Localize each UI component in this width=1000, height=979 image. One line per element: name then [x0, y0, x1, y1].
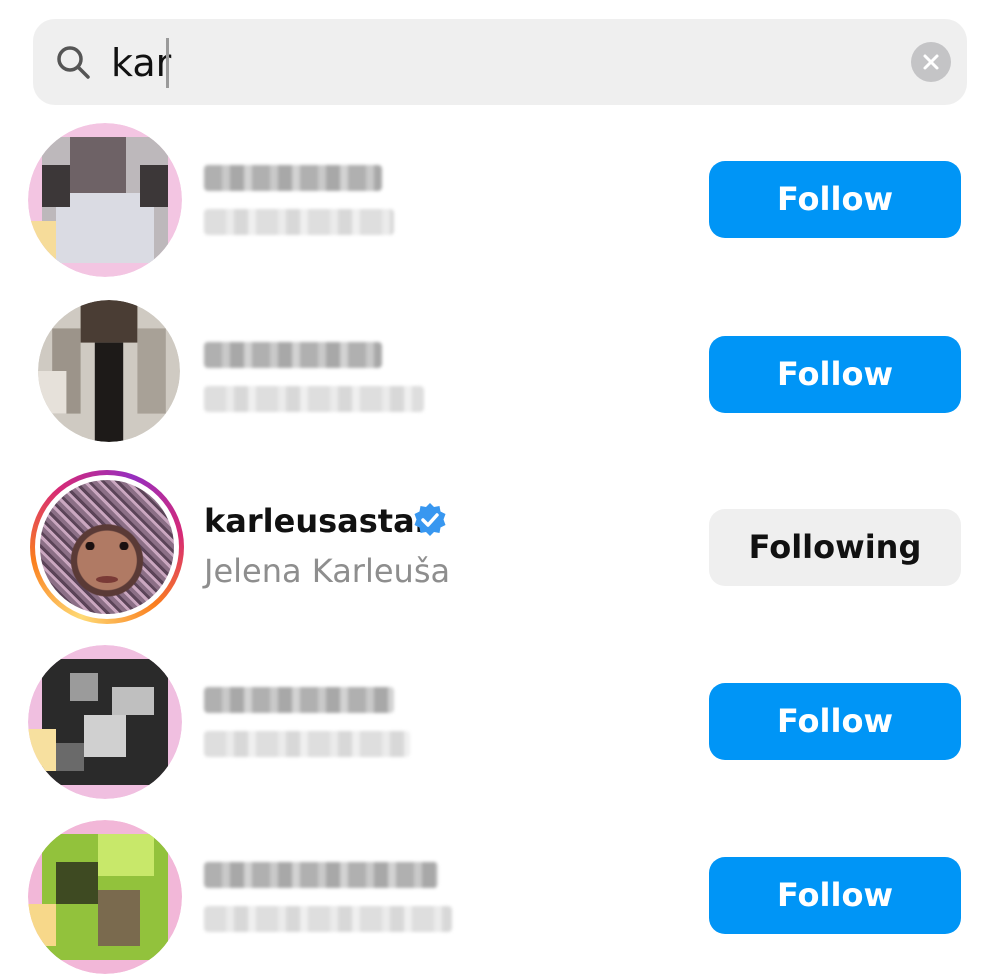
blurred-avatar-image — [28, 645, 182, 799]
text-cursor — [166, 38, 169, 88]
blurred-avatar-image — [38, 300, 180, 442]
avatar[interactable] — [28, 645, 182, 799]
blurred-username — [204, 862, 438, 888]
search-icon — [57, 46, 90, 79]
blurred-full-name — [204, 731, 410, 757]
blurred-username — [204, 687, 394, 713]
search-bar[interactable]: kar — [33, 19, 967, 105]
follow-button[interactable]: Follow — [709, 161, 961, 238]
follow-button[interactable]: Follow — [709, 857, 961, 934]
blurred-avatar-image — [28, 123, 182, 277]
blurred-username — [204, 165, 382, 191]
blurred-full-name — [204, 386, 424, 412]
following-button[interactable]: Following — [709, 509, 961, 586]
verified-badge-icon — [414, 503, 446, 536]
follow-button[interactable]: Follow — [709, 336, 961, 413]
blurred-username — [204, 342, 382, 368]
search-result-row[interactable]: Follow — [0, 123, 1000, 297]
search-input[interactable]: kar — [111, 39, 171, 87]
blurred-full-name — [204, 209, 394, 235]
clear-icon — [923, 54, 939, 70]
avatar — [40, 480, 174, 614]
follow-button[interactable]: Follow — [709, 683, 961, 760]
full-name: Jelena Karleuša — [204, 552, 451, 590]
search-result-row[interactable]: Follow — [0, 300, 1000, 474]
search-result-row[interactable]: Follow — [0, 820, 1000, 979]
avatar[interactable] — [38, 300, 180, 442]
avatar[interactable] — [28, 123, 182, 277]
avatar[interactable] — [28, 820, 182, 974]
username: karleusastar — [204, 502, 431, 540]
avatar-eyes — [80, 542, 134, 550]
blurred-full-name — [204, 906, 452, 932]
avatar-story-ring[interactable] — [30, 470, 184, 624]
clear-search-button[interactable] — [911, 42, 951, 82]
search-result-row[interactable]: karleusastar Jelena Karleuša Following — [0, 470, 1000, 644]
avatar-lips — [96, 576, 118, 583]
blurred-avatar-image — [28, 820, 182, 974]
search-result-row[interactable]: Follow — [0, 645, 1000, 819]
